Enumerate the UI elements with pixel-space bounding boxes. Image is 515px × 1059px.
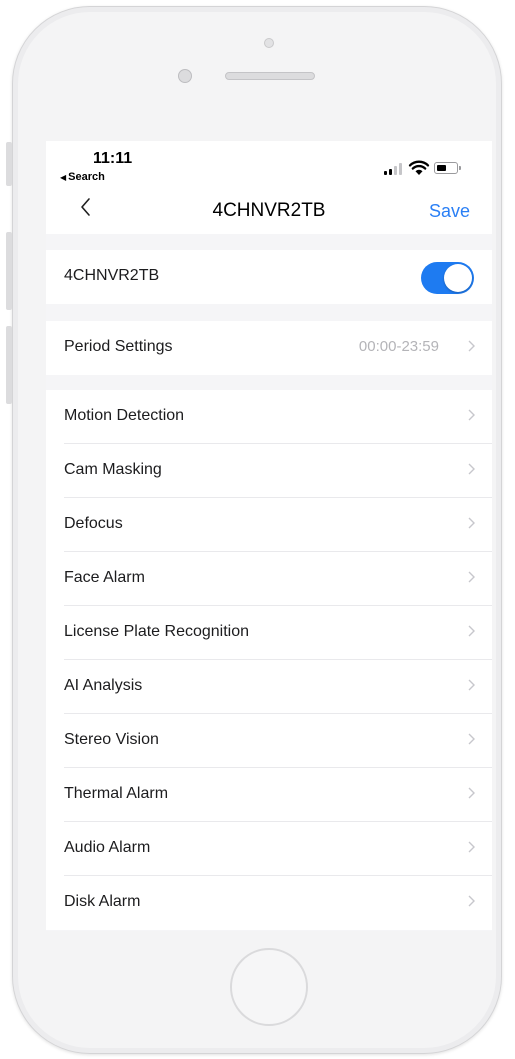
list-item[interactable]: Cam Masking [46,444,492,498]
chevron-right-icon [468,340,475,352]
proximity-sensor [264,38,274,48]
list-item[interactable]: Defocus [46,498,492,552]
chevron-right-icon [468,787,475,799]
chevron-right-icon [468,409,475,421]
save-button[interactable]: Save [429,201,470,222]
triangle-left-icon: ◀ [60,173,67,182]
chevron-right-icon [468,517,475,529]
period-group: Period Settings 00:00-23:59 [46,321,492,375]
chevron-right-icon [468,625,475,637]
period-settings-row[interactable]: Period Settings 00:00-23:59 [46,321,492,375]
home-button[interactable] [230,948,308,1026]
mute-switch [6,142,12,186]
period-settings-value: 00:00-23:59 [358,338,439,355]
chevron-right-icon [468,571,475,583]
device-toggle-group: 4CHNVR2TB [46,250,492,304]
list-item-label: AI Analysis [64,677,143,694]
device-enable-toggle[interactable] [421,262,474,294]
status-time: 11:11 [93,150,133,167]
chevron-right-icon [468,895,475,907]
battery-icon [434,162,461,174]
back-app-label: Search [68,171,105,183]
device-toggle-label: 4CHNVR2TB [64,267,160,284]
list-item[interactable]: Motion Detection [46,390,492,444]
app-screen: 11:11 ◀Search 4CHNVR2TB Save 4CHNVR2TB [46,141,492,931]
list-item-label: Audio Alarm [64,839,151,856]
list-item[interactable]: AI Analysis [46,660,492,714]
chevron-right-icon [468,733,475,745]
list-item-label: Motion Detection [64,407,185,424]
list-item-label: Disk Alarm [64,893,141,910]
list-item[interactable]: Thermal Alarm [46,768,492,822]
front-camera [178,69,192,83]
list-item-label: Face Alarm [64,569,145,586]
back-to-app-link[interactable]: ◀ Search [60,171,105,183]
wifi-icon [408,160,430,175]
alarm-list: Motion Detection Cam Masking Defocus Face A… [46,390,492,930]
list-item[interactable]: Stereo Vision [46,714,492,768]
page-title: 4CHNVR2TB [212,200,326,221]
volume-down-button [6,326,12,404]
volume-up-button [6,232,12,310]
list-item-label: Thermal Alarm [64,785,169,802]
navigation-bar: 4CHNVR2TB Save [46,187,492,234]
status-bar: 11:11 ◀ Search [46,141,492,187]
list-item[interactable]: Disk Alarm [46,876,492,930]
list-item[interactable]: License Plate Recognition [46,606,492,660]
chevron-right-icon [468,463,475,475]
chevron-right-icon [468,841,475,853]
list-item-label: Defocus [64,515,123,532]
earpiece-speaker [225,72,315,80]
device-toggle-row: 4CHNVR2TB [46,250,492,304]
toggle-knob [444,264,472,292]
list-item-label: License Plate Recognition [64,623,250,640]
list-item[interactable]: Audio Alarm [46,822,492,876]
list-item[interactable]: Face Alarm [46,552,492,606]
cellular-signal-icon [384,163,406,175]
period-settings-label: Period Settings [64,338,173,355]
chevron-right-icon [468,679,475,691]
list-item-label: Stereo Vision [64,731,159,748]
list-item-label: Cam Masking [64,461,162,478]
